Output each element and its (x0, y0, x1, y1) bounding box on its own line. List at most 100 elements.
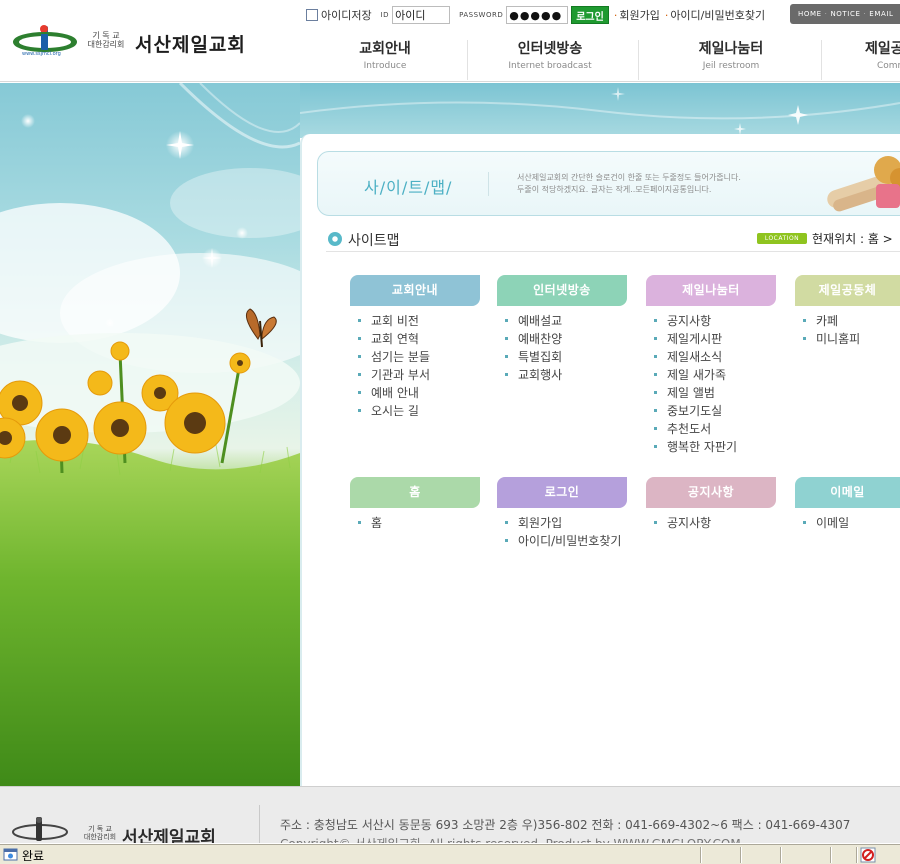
browser-status-bar: 완료 (0, 843, 900, 864)
util-email-link[interactable]: EMAIL (869, 10, 893, 18)
sitemap-list: 카페 미니홈피 (795, 312, 900, 348)
footer-logo: 기 독 교 대한감리회 서산제일교회 (10, 817, 260, 846)
remember-id-label: 아이디저장 (321, 9, 372, 22)
sitemap-link[interactable]: 예배 안내 (358, 384, 480, 402)
sitemap-link[interactable]: 공지사항 (654, 312, 776, 330)
sitemap-list: 공지사항 제일게시판 제일새소식 제일 새가족 제일 앨범 중보기도실 추천도서… (646, 312, 776, 456)
find-id-password-link[interactable]: 아이디/비밀번호찾기 (665, 7, 765, 23)
sitemap-link[interactable]: 교회 비전 (358, 312, 480, 330)
banner-slogan: 서산제일교회의 간단한 슬로건이 한줄 또는 두줄정도 들어가줍니다. 두줄이 … (517, 172, 741, 196)
sitemap-list: 공지사항 (646, 514, 776, 532)
gnb-item-restroom[interactable]: 제일나눔터 Jeil restroom (690, 38, 772, 82)
gnb-label: 교회안내 (359, 41, 411, 57)
logo-subtitle: 기 독 교 대한감리회 (84, 31, 128, 49)
banner-slogan-line: 서산제일교회의 간단한 슬로건이 한줄 또는 두줄정도 들어가줍니다. (517, 173, 741, 182)
gnb-sublabel: Introduce (363, 61, 407, 71)
logo-sub-top: 기 독 교 (92, 31, 120, 40)
footer-logo-sub-bottom: 대한감리회 (83, 833, 117, 841)
sitemap-link[interactable]: 미니홈피 (803, 330, 900, 348)
sitemap-link[interactable]: 제일 앨범 (654, 384, 776, 402)
gnb-item-community[interactable]: 제일공 Comm (865, 38, 900, 82)
popup-blocked-icon[interactable] (860, 847, 876, 863)
sitemap-group-home: 홈 홈 (350, 477, 480, 532)
gnb-label: 제일나눔터 (698, 41, 764, 57)
sitemap-group-title[interactable]: 로그인 (497, 477, 627, 508)
sitemap-link[interactable]: 이메일 (803, 514, 900, 532)
sitemap-list: 홈 (350, 514, 480, 532)
sitemap-link[interactable]: 교회 연혁 (358, 330, 480, 348)
site-header: www.ssjmcl.org 기 독 교 대한감리회 서산제일교회 아이디저장 … (0, 0, 900, 82)
password-input[interactable] (506, 6, 569, 24)
login-bar: 아이디저장 ID PASSWORD 로그인 회원가입 아이디/비밀번호찾기 (306, 5, 765, 25)
sitemap-group-title[interactable]: 제일나눔터 (646, 275, 776, 306)
sitemap-link[interactable]: 추천도서 (654, 420, 776, 438)
sitemap-group-title[interactable]: 공지사항 (646, 477, 776, 508)
sitemap-link[interactable]: 오시는 길 (358, 402, 480, 420)
sitemap-group-title[interactable]: 교회안내 (350, 275, 480, 306)
sitemap-link[interactable]: 카페 (803, 312, 900, 330)
page-done-icon (3, 848, 18, 861)
sitemap-list: 교회 비전 교회 연혁 섬기는 분들 기관과 부서 예배 안내 오시는 길 (350, 312, 480, 420)
logo-church-name: 서산제일교회 (135, 34, 246, 56)
logo-emblem-icon: www.ssjmcl.org (13, 25, 77, 57)
login-button[interactable]: 로그인 (571, 6, 609, 24)
sitemap-link[interactable]: 중보기도실 (654, 402, 776, 420)
banner-slogan-line: 두줄이 적당하겠지요. 글자는 작게..모든페이지공통입니다. (517, 185, 712, 194)
sitemap-list: 회원가입 아이디/비밀번호찾기 (497, 514, 627, 550)
sitemap-link[interactable]: 제일게시판 (654, 330, 776, 348)
sitemap-link[interactable]: 제일새소식 (654, 348, 776, 366)
util-home-link[interactable]: HOME (798, 10, 822, 18)
sitemap-link[interactable]: 예배설교 (505, 312, 627, 330)
password-label: PASSWORD (459, 11, 504, 19)
sitemap-link[interactable]: 공지사항 (654, 514, 776, 532)
sitemap-group-notice: 공지사항 공지사항 (646, 477, 776, 532)
sitemap-group-broadcast: 인터넷방송 예배설교 예배찬양 특별집회 교회행사 (497, 275, 627, 384)
footer-logo-subtitle: 기 독 교 대한감리회 (78, 825, 122, 841)
status-pane-divider (780, 847, 782, 863)
footer-logo-sub-top: 기 독 교 (88, 825, 112, 833)
sitemap-link[interactable]: 회원가입 (505, 514, 627, 532)
gnb-item-introduce[interactable]: 교회안내 Introduce (345, 38, 425, 82)
section-bullet-icon (328, 232, 342, 246)
join-link[interactable]: 회원가입 (614, 7, 659, 23)
status-pane-divider (856, 847, 858, 863)
id-input[interactable] (392, 6, 451, 24)
sitemap-group-title[interactable]: 인터넷방송 (497, 275, 627, 306)
sitemap-group-introduce: 교회안내 교회 비전 교회 연혁 섬기는 분들 기관과 부서 예배 안내 오시는… (350, 275, 480, 420)
sitemap-group-title[interactable]: 홈 (350, 477, 480, 508)
sitemap-list: 이메일 (795, 514, 900, 532)
sky-background-strip (299, 83, 900, 138)
gnb-label: 인터넷방송 (517, 41, 583, 57)
sitemap-link[interactable]: 교회행사 (505, 366, 627, 384)
sitemap-link[interactable]: 예배찬양 (505, 330, 627, 348)
site-footer: 기 독 교 대한감리회 서산제일교회 주소 : 충청남도 서산시 동문동 693… (0, 786, 900, 846)
gnb-sublabel: Jeil restroom (702, 61, 760, 71)
main-navigation: 교회안내 Introduce 인터넷방송 Internet broadcast … (300, 38, 900, 82)
sitemap-link[interactable]: 행복한 자판기 (654, 438, 776, 456)
sitemap-group-title[interactable]: 제일공동체 (795, 275, 900, 306)
sitemap-group-title[interactable]: 이메일 (795, 477, 900, 508)
sitemap-link[interactable]: 기관과 부서 (358, 366, 480, 384)
gnb-sublabel: Internet broadcast (508, 61, 592, 71)
footer-emblem-icon (12, 817, 68, 841)
sitemap-group-restroom: 제일나눔터 공지사항 제일게시판 제일새소식 제일 새가족 제일 앨범 중보기도… (646, 275, 776, 456)
status-pane-divider (830, 847, 832, 863)
gnb-item-broadcast[interactable]: 인터넷방송 Internet broadcast (506, 38, 594, 82)
util-notice-link[interactable]: NOTICE (830, 10, 860, 18)
sitemap-link[interactable]: 섬기는 분들 (358, 348, 480, 366)
sitemap-link[interactable]: 제일 새가족 (654, 366, 776, 384)
id-label: ID (380, 11, 390, 19)
breadcrumb: 현재위치 : 홈 > (812, 232, 893, 246)
gnb-label: 제일공 (865, 41, 900, 57)
sitemap-link[interactable]: 홈 (358, 514, 480, 532)
sitemap-group-login: 로그인 회원가입 아이디/비밀번호찾기 (497, 477, 627, 550)
church-logo[interactable]: www.ssjmcl.org 기 독 교 대한감리회 서산제일교회 (10, 22, 275, 66)
remember-id-checkbox[interactable] (306, 9, 318, 21)
utility-nav: HOME · NOTICE · EMAIL (790, 4, 900, 24)
banner-title: 사/이/트/맵/ (364, 178, 453, 197)
sitemap-link[interactable]: 특별집회 (505, 348, 627, 366)
footer-address: 주소 : 충청남도 서산시 동문동 693 소망관 2층 우)356-802 전… (280, 818, 851, 832)
gnb-divider (638, 40, 639, 80)
gnb-divider (467, 40, 468, 80)
sitemap-link[interactable]: 아이디/비밀번호찾기 (505, 532, 627, 550)
